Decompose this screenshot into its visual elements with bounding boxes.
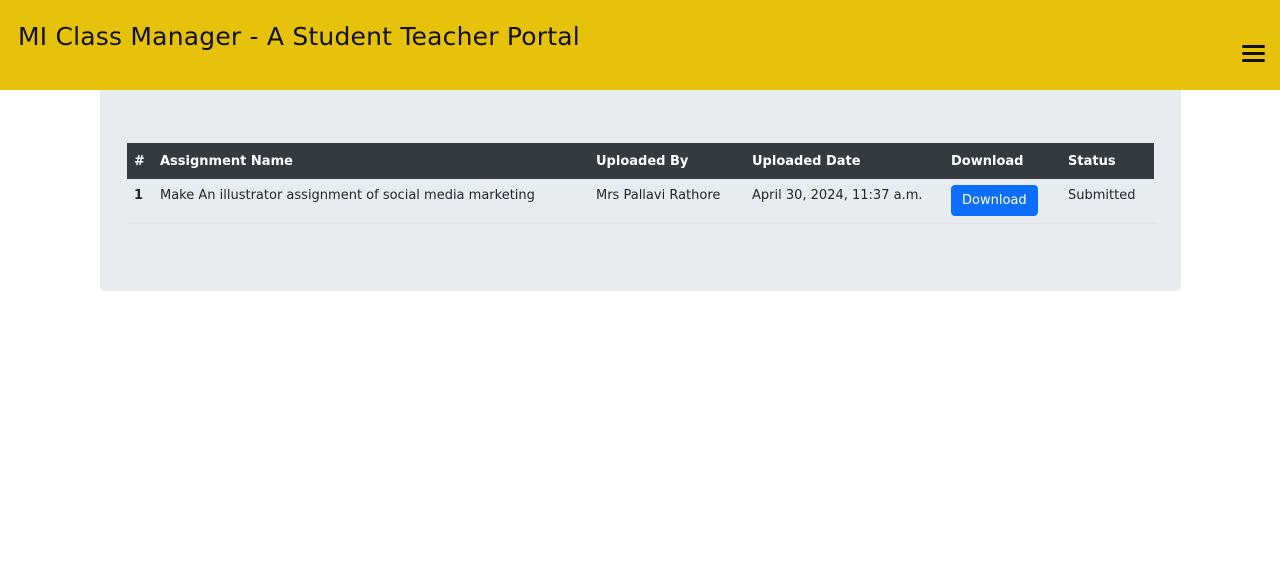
assignments-table: # Assignment Name Uploaded By Uploaded D… <box>127 143 1154 224</box>
column-header-assignment-name: Assignment Name <box>160 153 293 169</box>
hamburger-menu-icon[interactable] <box>1238 42 1270 68</box>
uploaded-by-cell: Mrs Pallavi Rathore <box>589 179 745 224</box>
app-title: MI Class Manager - A Student Teacher Por… <box>18 22 580 51</box>
table-row: 1 Make An illustrator assignment of soci… <box>127 179 1154 224</box>
table-header-row: # Assignment Name Uploaded By Uploaded D… <box>127 143 1154 179</box>
download-button[interactable]: Download <box>951 185 1038 216</box>
column-header-download: Download <box>951 153 1024 169</box>
column-header-uploaded-by: Uploaded By <box>596 153 689 169</box>
top-header: MI Class Manager - A Student Teacher Por… <box>0 0 1280 90</box>
assignments-card: # Assignment Name Uploaded By Uploaded D… <box>100 90 1181 291</box>
assignment-name-cell: Make An illustrator assignment of social… <box>153 179 589 224</box>
status-cell: Submitted <box>1061 179 1154 224</box>
column-header-status: Status <box>1068 153 1116 169</box>
row-number: 1 <box>127 179 153 224</box>
column-header-uploaded-date: Uploaded Date <box>752 153 861 169</box>
uploaded-date-cell: April 30, 2024, 11:37 a.m. <box>745 179 944 224</box>
download-cell: Download <box>944 179 1061 224</box>
column-header-number: # <box>134 153 145 169</box>
